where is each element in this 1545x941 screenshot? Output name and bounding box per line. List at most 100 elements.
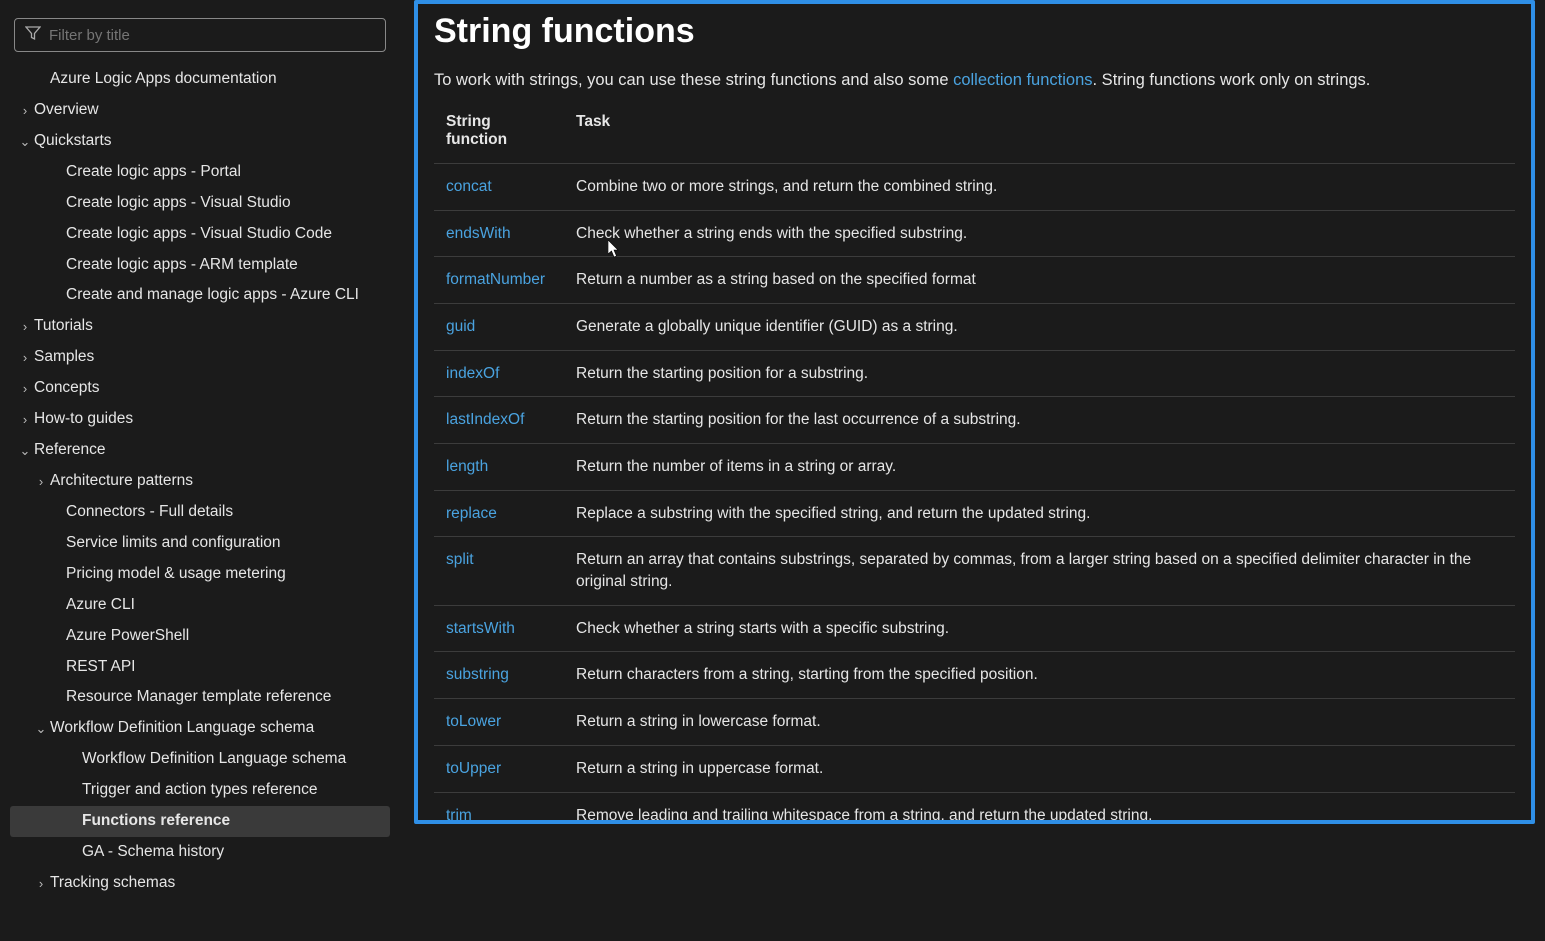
- table-row: endsWith Check whether a string ends with…: [434, 210, 1515, 257]
- nav-item-label: Create logic apps - Portal: [66, 162, 384, 183]
- function-task: Return an array that contains substrings…: [564, 537, 1515, 605]
- table-row: trim Remove leading and trailing whitespa…: [434, 792, 1515, 824]
- function-task: Return a number as a string based on the…: [564, 257, 1515, 304]
- chevron-down-icon: ⌄: [18, 133, 32, 151]
- function-link[interactable]: toLower: [446, 713, 501, 730]
- nav-item[interactable]: ›Samples: [10, 342, 390, 373]
- nav-item[interactable]: ·Azure PowerShell: [10, 621, 390, 652]
- function-link[interactable]: trim: [446, 807, 472, 824]
- nav-item[interactable]: ·Resource Manager template reference: [10, 682, 390, 713]
- nav-item-label: Connectors - Full details: [66, 502, 384, 523]
- table-row: lastIndexOfReturn the starting position …: [434, 397, 1515, 444]
- table-row: startsWithCheck whether a string starts …: [434, 605, 1515, 652]
- nav-item-label: Reference: [34, 440, 384, 461]
- nav-item-label: Azure Logic Apps documentation: [50, 69, 384, 90]
- chevron-right-icon: ›: [34, 875, 48, 893]
- nav-item[interactable]: ·Service limits and configuration: [10, 528, 390, 559]
- nav-item-label: Overview: [34, 100, 384, 121]
- nav-item[interactable]: ·Create logic apps - Visual Studio Code: [10, 219, 390, 250]
- spacer-icon: ·: [50, 689, 64, 707]
- chevron-right-icon: ›: [34, 473, 48, 491]
- nav-item-label: Service limits and configuration: [66, 533, 384, 554]
- filter-icon: [25, 25, 41, 45]
- function-task: Check whether a string ends with the spe…: [564, 210, 1515, 257]
- function-link[interactable]: startsWith: [446, 620, 515, 637]
- chevron-right-icon: ›: [18, 380, 32, 398]
- nav-item[interactable]: ·Azure Logic Apps documentation: [10, 64, 390, 95]
- nav-item-label: Azure CLI: [66, 595, 384, 616]
- function-link[interactable]: guid: [446, 318, 475, 335]
- function-link[interactable]: toUpper: [446, 760, 501, 777]
- function-link[interactable]: indexOf: [446, 365, 499, 382]
- function-link[interactable]: formatNumber: [446, 271, 545, 288]
- function-link[interactable]: endsWith: [446, 225, 511, 242]
- nav-item-label: Azure PowerShell: [66, 626, 384, 647]
- chevron-right-icon: ›: [18, 411, 32, 429]
- filter-input[interactable]: [49, 27, 375, 44]
- nav-item[interactable]: ›Architecture patterns: [10, 466, 390, 497]
- function-task: Combine two or more strings, and return …: [564, 163, 1515, 210]
- spacer-icon: ·: [50, 627, 64, 645]
- nav-item[interactable]: ›How-to guides: [10, 404, 390, 435]
- function-link[interactable]: substring: [446, 666, 509, 683]
- nav-item[interactable]: ·REST API: [10, 652, 390, 683]
- nav-item[interactable]: ·Azure CLI: [10, 590, 390, 621]
- nav-item[interactable]: ·Create logic apps - Portal: [10, 157, 390, 188]
- function-task: Return a string in uppercase format.: [564, 745, 1515, 792]
- nav-item[interactable]: ·Create logic apps - ARM template: [10, 250, 390, 281]
- nav-item-label: Create and manage logic apps - Azure CLI: [66, 285, 384, 306]
- function-task: Remove leading and trailing whitespace f…: [564, 792, 1515, 824]
- nav-item-label: Concepts: [34, 378, 384, 399]
- nav-item-label: Create logic apps - ARM template: [66, 255, 384, 276]
- table-row: length Return the number of items in a st…: [434, 444, 1515, 491]
- table-row: substringReturn characters from a string…: [434, 652, 1515, 699]
- nav-item-label: Create logic apps - Visual Studio: [66, 193, 384, 214]
- nav-item[interactable]: ·Workflow Definition Language schema: [10, 744, 390, 775]
- nav-item[interactable]: ·GA - Schema history: [10, 837, 390, 868]
- nav-item[interactable]: ›Tutorials: [10, 311, 390, 342]
- function-link[interactable]: replace: [446, 505, 497, 522]
- spacer-icon: ·: [34, 71, 48, 89]
- string-functions-table: String function Task concatCombine two o…: [434, 107, 1515, 824]
- nav-item-label: Quickstarts: [34, 131, 384, 152]
- table-row: toLowerReturn a string in lowercase form…: [434, 699, 1515, 746]
- spacer-icon: ·: [66, 844, 80, 862]
- spacer-icon: ·: [50, 163, 64, 181]
- spacer-icon: ·: [50, 535, 64, 553]
- table-row: formatNumber Return a number as a string …: [434, 257, 1515, 304]
- nav-item-label: Tutorials: [34, 316, 384, 337]
- chevron-right-icon: ›: [18, 318, 32, 336]
- nav-item[interactable]: ·Create logic apps - Visual Studio: [10, 188, 390, 219]
- nav-item[interactable]: ⌄Quickstarts: [10, 126, 390, 157]
- function-task: Generate a globally unique identifier (G…: [564, 303, 1515, 350]
- function-task: Return the starting position for a subst…: [564, 350, 1515, 397]
- collection-functions-link[interactable]: collection functions: [953, 71, 1092, 89]
- function-task: Return the number of items in a string o…: [564, 444, 1515, 491]
- intro-paragraph: To work with strings, you can use these …: [434, 69, 1515, 93]
- nav-item[interactable]: ›Concepts: [10, 373, 390, 404]
- function-link[interactable]: concat: [446, 178, 492, 195]
- spacer-icon: ·: [50, 194, 64, 212]
- function-link[interactable]: split: [446, 551, 474, 568]
- table-row: replaceReplace a substring with the spec…: [434, 490, 1515, 537]
- spacer-icon: ·: [66, 782, 80, 800]
- nav-item[interactable]: ·Pricing model & usage metering: [10, 559, 390, 590]
- nav-item-label: Workflow Definition Language schema: [50, 718, 384, 739]
- nav-item-label: REST API: [66, 657, 384, 678]
- nav-item[interactable]: ⌄Reference: [10, 435, 390, 466]
- nav-item-label: Resource Manager template reference: [66, 687, 384, 708]
- function-link[interactable]: lastIndexOf: [446, 411, 524, 428]
- nav-item[interactable]: ⌄Workflow Definition Language schema: [10, 713, 390, 744]
- nav-item[interactable]: ›Overview: [10, 95, 390, 126]
- nav-item[interactable]: ·Connectors - Full details: [10, 497, 390, 528]
- nav-item-label: Tracking schemas: [50, 873, 384, 894]
- nav-item-label: Trigger and action types reference: [82, 780, 384, 801]
- nav-item[interactable]: ›Tracking schemas: [10, 868, 390, 899]
- nav-item[interactable]: ·Create and manage logic apps - Azure CL…: [10, 280, 390, 311]
- filter-by-title[interactable]: [14, 18, 386, 52]
- nav-item[interactable]: ·Trigger and action types reference: [10, 775, 390, 806]
- nav-item[interactable]: ·Functions reference: [10, 806, 390, 837]
- function-link[interactable]: length: [446, 458, 488, 475]
- spacer-icon: ·: [50, 565, 64, 583]
- table-row: guid Generate a globally unique identifie…: [434, 303, 1515, 350]
